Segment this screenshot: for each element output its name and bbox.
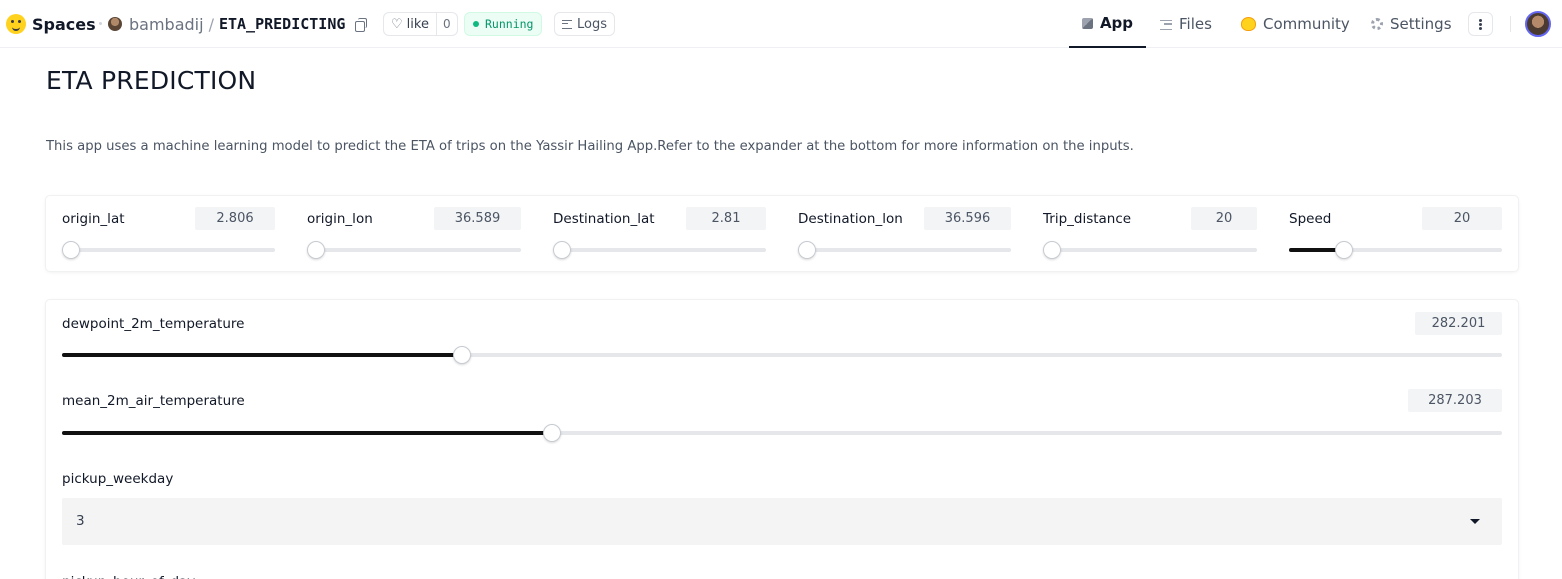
slider-thumb[interactable] xyxy=(798,241,816,259)
slider-thumb[interactable] xyxy=(1043,241,1061,259)
slider-fill xyxy=(62,431,552,435)
slider-track[interactable] xyxy=(307,241,521,259)
tab-app-label: App xyxy=(1099,14,1134,32)
slider-label: dewpoint_2m_temperature xyxy=(62,316,245,332)
cube-icon xyxy=(1081,17,1093,29)
slider-track[interactable] xyxy=(62,424,1502,442)
files-icon xyxy=(1160,19,1172,30)
slider-track[interactable] xyxy=(62,346,1502,364)
repo-name-link[interactable]: ETA_PREDICTING xyxy=(219,15,345,33)
status-dot-icon xyxy=(473,21,479,27)
slider-track[interactable] xyxy=(553,241,766,259)
heart-icon: ♡ xyxy=(391,16,403,32)
slider-fill xyxy=(62,353,463,357)
app-description: This app uses a machine learning model t… xyxy=(46,139,1134,154)
slider-label: Trip_distance xyxy=(1043,211,1132,227)
tab-community[interactable]: Community xyxy=(1241,0,1350,48)
more-options-button[interactable] xyxy=(1468,12,1493,36)
slider-label: Speed xyxy=(1289,211,1332,227)
community-icon xyxy=(1241,17,1256,31)
logs-icon xyxy=(562,19,572,29)
slider-track[interactable] xyxy=(1043,241,1257,259)
tab-settings-label: Settings xyxy=(1390,15,1452,33)
logs-button[interactable]: Logs xyxy=(554,12,615,36)
like-toggle[interactable]: ♡ like xyxy=(384,13,436,35)
breadcrumb-separator: / xyxy=(208,14,214,34)
number-input[interactable]: 2.806 xyxy=(195,207,275,230)
slider-label: origin_lat xyxy=(62,211,125,227)
top-navigation-bar: Spaces bambadij / ETA_PREDICTING ♡ like … xyxy=(0,0,1562,48)
number-input[interactable]: 36.596 xyxy=(924,207,1011,230)
slider-label: Destination_lat xyxy=(553,211,655,227)
number-input[interactable]: 2.81 xyxy=(686,207,766,230)
tab-settings[interactable]: Settings xyxy=(1371,0,1452,48)
number-input[interactable]: 287.203 xyxy=(1408,389,1502,412)
spaces-home-link[interactable]: Spaces xyxy=(6,12,96,36)
slider-thumb[interactable] xyxy=(307,241,325,259)
tab-app[interactable]: App xyxy=(1069,0,1146,48)
location-inputs-card: origin_lat 2.806 origin_lon 36.589 Desti… xyxy=(46,196,1518,271)
copy-icon[interactable] xyxy=(355,17,368,32)
slider-thumb[interactable] xyxy=(1335,241,1354,259)
like-count[interactable]: 0 xyxy=(435,13,457,35)
status-label: Running xyxy=(485,17,534,31)
like-label: like xyxy=(406,16,429,32)
user-avatar[interactable] xyxy=(1525,11,1551,37)
slider-track[interactable] xyxy=(1289,241,1502,259)
pickup-weekday-label: pickup_weekday xyxy=(62,471,174,487)
kebab-menu-icon xyxy=(1479,22,1482,26)
pickup-weekday-select[interactable]: 3 xyxy=(62,498,1502,545)
slider-label: origin_lon xyxy=(307,211,373,227)
tab-files[interactable]: Files xyxy=(1160,0,1212,48)
number-input[interactable]: 20 xyxy=(1191,207,1257,230)
owner-avatar xyxy=(108,17,122,31)
number-input[interactable]: 20 xyxy=(1422,207,1502,230)
pickup-hour-label: pickup_hour_of_day xyxy=(62,574,195,579)
tab-files-label: Files xyxy=(1179,15,1212,33)
like-button[interactable]: ♡ like 0 xyxy=(383,12,458,36)
slider-label: mean_2m_air_temperature xyxy=(62,393,245,409)
header-vertical-divider xyxy=(1510,16,1511,32)
select-value: 3 xyxy=(76,513,85,529)
slider-label: Destination_lon xyxy=(798,211,903,227)
logs-label: Logs xyxy=(577,16,607,32)
tab-community-label: Community xyxy=(1263,15,1350,33)
slider-thumb[interactable] xyxy=(62,241,80,259)
slider-track[interactable] xyxy=(62,241,275,259)
number-input[interactable]: 36.589 xyxy=(434,207,521,230)
hugging-face-logo-icon xyxy=(6,14,26,34)
status-badge[interactable]: Running xyxy=(464,12,543,36)
slider-thumb[interactable] xyxy=(453,346,472,364)
owner-link[interactable]: bambadij xyxy=(129,15,204,34)
trip-parameters-card: dewpoint_2m_temperature 282.201 mean_2m_… xyxy=(46,300,1518,579)
header-divider xyxy=(99,22,102,25)
number-input[interactable]: 282.201 xyxy=(1415,312,1502,335)
gear-icon xyxy=(1371,18,1383,30)
chevron-down-icon xyxy=(1470,519,1480,524)
slider-track[interactable] xyxy=(798,241,1011,259)
slider-thumb[interactable] xyxy=(553,241,571,259)
page-title: ETA PREDICTION xyxy=(46,66,257,95)
brand-label: Spaces xyxy=(32,14,96,34)
slider-thumb[interactable] xyxy=(542,424,561,442)
space-breadcrumb: bambadij / ETA_PREDICTING xyxy=(108,12,368,36)
